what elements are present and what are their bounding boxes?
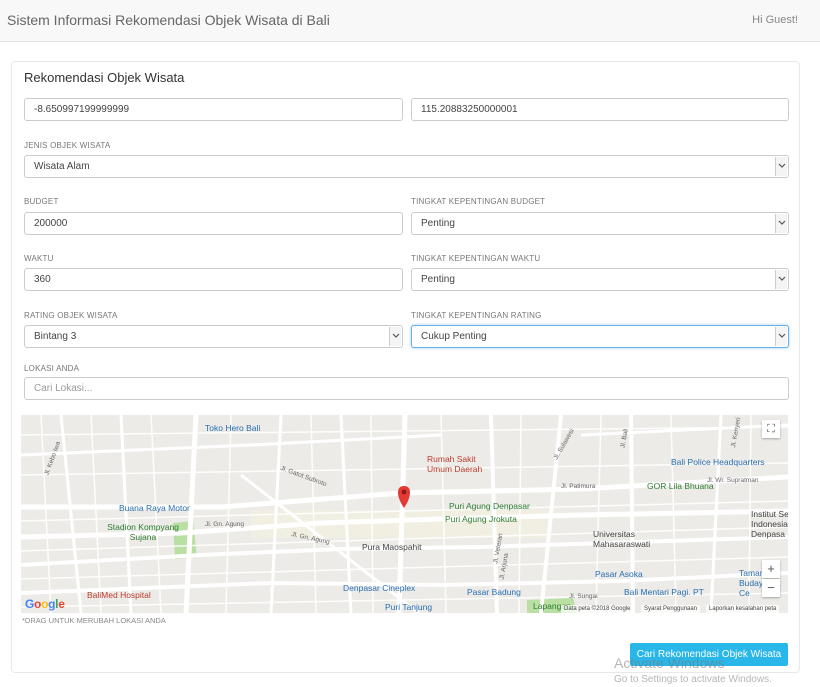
fullscreen-icon[interactable]: ⛶ <box>762 420 780 438</box>
chevron-down-icon <box>775 157 787 176</box>
latitude-field[interactable]: -8.650997199999999 <box>24 98 403 121</box>
street-supratman: Jl. Wr. Supratman <box>707 477 759 484</box>
navbar: Sistem Informasi Rekomendasi Objek Wisat… <box>0 0 820 42</box>
jenis-value: Wisata Alam <box>34 161 90 172</box>
waktu-label: WAKTU <box>24 254 54 263</box>
budget-label: BUDGET <box>24 197 59 206</box>
poi-cineplex[interactable]: Denpasar Cineplex <box>343 583 415 593</box>
zoom-in-button[interactable]: + <box>762 560 780 578</box>
chevron-down-icon <box>775 214 787 233</box>
tk-waktu-value: Penting <box>421 274 455 285</box>
street-sungai: Jl. Sungai <box>569 593 598 600</box>
poi-pura[interactable]: Pura Maospahit <box>362 542 422 552</box>
tk-budget-select[interactable]: Penting <box>411 212 789 235</box>
tk-waktu-select[interactable]: Penting <box>411 268 789 291</box>
user-greeting[interactable]: Hi Guest! <box>752 14 798 26</box>
card-title: Rekomendasi Objek Wisata <box>24 70 185 85</box>
app-title[interactable]: Sistem Informasi Rekomendasi Objek Wisat… <box>7 12 330 28</box>
jenis-label: JENIS OBJEK WISATA <box>24 141 111 150</box>
poi-police[interactable]: Bali Police Headquarters <box>671 457 765 467</box>
activate-windows-subtitle: Go to Settings to activate Windows. <box>614 674 772 685</box>
rating-value: Bintang 3 <box>34 331 77 342</box>
poi-buana[interactable]: Buana Raya Motor <box>119 503 190 513</box>
poi-puri-jro[interactable]: Puri Agung Jrokuta <box>445 514 517 524</box>
poi-balimed[interactable]: BaliMed Hospital <box>87 590 151 600</box>
poi-stadion[interactable]: Stadion Kompyang Sujana <box>105 522 181 542</box>
tk-rating-select[interactable]: Cukup Penting <box>411 325 789 348</box>
rating-label: RATING OBJEK WISATA <box>24 311 118 320</box>
tk-budget-value: Penting <box>421 218 455 229</box>
poi-institut[interactable]: Institut Se Indonesia Denpasa <box>751 509 788 539</box>
location-search-input[interactable]: Cari Lokasi... <box>24 377 789 400</box>
tk-rating-value: Cukup Penting <box>421 331 487 342</box>
poi-bali-mentari[interactable]: Bali Mentari Pagi. PT <box>624 587 704 597</box>
street-patimura: Jl. Patimura <box>561 483 596 490</box>
jenis-select[interactable]: Wisata Alam <box>24 155 789 178</box>
tk-rating-label: TINGKAT KEPENTINGAN RATING <box>411 311 542 320</box>
map-report-link[interactable]: Laporkan kesalahan peta <box>706 605 780 613</box>
tk-waktu-label: TINGKAT KEPENTINGAN WAKTU <box>411 254 541 263</box>
lokasi-label: LOKASI ANDA <box>24 364 80 373</box>
map-terms-link[interactable]: Syarat Penggunaan <box>641 605 701 613</box>
poi-rs[interactable]: Rumah Sakit Umum Daerah <box>427 454 485 474</box>
poi-univ[interactable]: Universitas Mahasaraswati <box>593 529 673 549</box>
chevron-down-icon <box>389 327 401 346</box>
poi-puri-agung[interactable]: Puri Agung Denpasar <box>449 501 530 511</box>
street-gn-agung: Jl. Gn. Agung <box>205 521 245 528</box>
poi-toko-hero[interactable]: Toko Hero Bali <box>205 423 260 433</box>
waktu-field[interactable]: 360 <box>24 268 403 291</box>
rating-select[interactable]: Bintang 3 <box>24 325 403 348</box>
longitude-field[interactable]: 115.20883250000001 <box>411 98 789 121</box>
google-logo: Google <box>25 597 65 611</box>
budget-field[interactable]: 200000 <box>24 212 403 235</box>
location-placeholder: Cari Lokasi... <box>34 383 93 394</box>
map[interactable]: Toko Hero Bali Rumah Sakit Umum Daerah B… <box>21 415 788 613</box>
chevron-down-icon <box>775 270 787 289</box>
tk-budget-label: TINGKAT KEPENTINGAN BUDGET <box>411 197 546 206</box>
chevron-down-icon <box>775 327 787 346</box>
poi-pasar-badung[interactable]: Pasar Badung <box>467 587 521 597</box>
zoom-out-button[interactable]: − <box>762 579 780 597</box>
activate-windows-title: Activate Windows <box>614 655 725 671</box>
drag-hint: *DRAG UNTUK MERUBAH LOKASI ANDA <box>22 616 166 625</box>
map-data-credit: Data peta ©2018 Google <box>561 605 634 613</box>
poi-gor[interactable]: GOR Lila Bhuana <box>647 481 714 491</box>
poi-pasar-asoka[interactable]: Pasar Asoka <box>595 569 643 579</box>
poi-puri-tanjung[interactable]: Puri Tanjung <box>385 602 432 612</box>
